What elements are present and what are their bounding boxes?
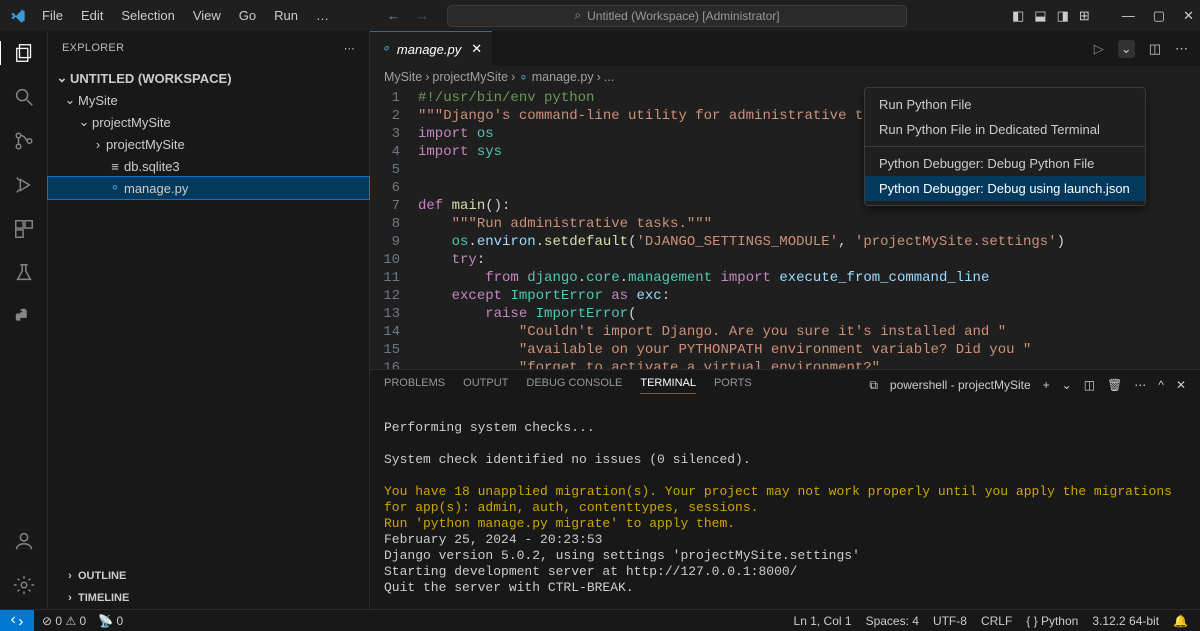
- panel-tab-problems[interactable]: PROBLEMS: [384, 377, 445, 393]
- panel-tabs: PROBLEMS OUTPUT DEBUG CONSOLE TERMINAL PORTS…: [370, 370, 1200, 400]
- run-play-icon[interactable]: ▷: [1094, 41, 1104, 57]
- explorer-more-icon[interactable]: ⋯: [344, 42, 355, 55]
- breadcrumb-item[interactable]: MySite: [384, 70, 422, 84]
- panel-more-icon[interactable]: ⋯: [1134, 378, 1146, 392]
- breadcrumb-item[interactable]: manage.py: [532, 70, 594, 84]
- status-interpreter[interactable]: 3.12.2 64-bit: [1092, 614, 1159, 628]
- menu-…[interactable]: …: [308, 4, 337, 27]
- run-option[interactable]: Run Python File: [865, 92, 1145, 117]
- folder-projectmysite-outer[interactable]: ⌄projectMySite: [48, 111, 369, 133]
- breadcrumb-item[interactable]: ...: [604, 70, 614, 84]
- menu-file[interactable]: File: [34, 4, 71, 27]
- titlebar: FileEditSelectionViewGoRun… ← → ⌕ Untitl…: [0, 0, 1200, 31]
- line-gutter: 12345678910111213141516: [370, 88, 418, 369]
- nav-arrows: ← →: [387, 8, 429, 23]
- run-option[interactable]: Python Debugger: Debug using launch.json: [865, 176, 1145, 201]
- folder-mysite[interactable]: ⌄MySite: [48, 89, 369, 111]
- terminal-chevron-icon[interactable]: ⌄: [1062, 378, 1072, 392]
- status-language[interactable]: { } Python: [1026, 614, 1078, 628]
- timeline-section[interactable]: ›TIMELINE: [48, 587, 369, 609]
- new-terminal-icon[interactable]: +: [1043, 378, 1050, 392]
- status-encoding[interactable]: UTF-8: [933, 614, 967, 628]
- panel-tab-output[interactable]: OUTPUT: [463, 377, 508, 393]
- file-tree: ⌄UNTITLED (WORKSPACE) ⌄MySite ⌄projectMy…: [48, 65, 369, 565]
- editor-more-icon[interactable]: ⋯: [1175, 41, 1188, 57]
- outline-section[interactable]: ›OUTLINE: [48, 565, 369, 587]
- panel-close-icon[interactable]: ✕: [1176, 378, 1186, 392]
- layout-controls: ◧ ⬓ ◨ ⊞: [1012, 8, 1090, 24]
- run-chevron-icon[interactable]: ⌄: [1118, 40, 1135, 58]
- folder-projectmysite-inner[interactable]: ›projectMySite: [48, 133, 369, 155]
- layout-left-icon[interactable]: ◧: [1012, 8, 1024, 24]
- file-manage-py[interactable]: ⚬manage.py: [48, 177, 369, 199]
- menu-view[interactable]: View: [185, 4, 229, 27]
- back-icon[interactable]: ←: [387, 8, 400, 23]
- minimap[interactable]: [1140, 88, 1200, 369]
- run-option[interactable]: Python Debugger: Debug Python File: [865, 151, 1145, 176]
- scm-view-icon[interactable]: [12, 129, 36, 153]
- terminal-output[interactable]: Performing system checks... System check…: [370, 400, 1200, 609]
- settings-gear-icon[interactable]: [12, 573, 36, 597]
- minimize-icon[interactable]: —: [1122, 8, 1135, 23]
- close-window-icon[interactable]: ✕: [1183, 8, 1194, 24]
- menu-selection[interactable]: Selection: [113, 4, 182, 27]
- extensions-view-icon[interactable]: [12, 217, 36, 241]
- panel-tab-ports[interactable]: PORTS: [714, 377, 752, 393]
- forward-icon[interactable]: →: [416, 8, 429, 23]
- menu-edit[interactable]: Edit: [73, 4, 111, 27]
- layout-bottom-icon[interactable]: ⬓: [1034, 8, 1046, 24]
- testing-view-icon[interactable]: [12, 261, 36, 285]
- status-eol[interactable]: CRLF: [981, 614, 1012, 628]
- split-terminal-icon[interactable]: ◫: [1084, 378, 1095, 392]
- python-env-icon[interactable]: [12, 305, 36, 329]
- layout-custom-icon[interactable]: ⊞: [1079, 8, 1090, 24]
- tab-bar: ⚬ manage.py ✕ ▷ ⌄ ◫ ⋯: [370, 31, 1200, 66]
- python-file-icon: ⚬: [380, 41, 391, 57]
- breadcrumb-item[interactable]: projectMySite: [432, 70, 508, 84]
- activity-bar: [0, 31, 48, 609]
- vscode-logo: [10, 8, 26, 24]
- editor-group: ⚬ manage.py ✕ ▷ ⌄ ◫ ⋯ MySite›projectMySi…: [370, 31, 1200, 609]
- layout-right-icon[interactable]: ◨: [1057, 8, 1069, 24]
- tab-manage-py[interactable]: ⚬ manage.py ✕: [370, 31, 492, 66]
- panel-tab-debug-console[interactable]: DEBUG CONSOLE: [526, 377, 622, 393]
- debug-view-icon[interactable]: [12, 173, 36, 197]
- file-db-sqlite3[interactable]: ≡db.sqlite3: [48, 155, 369, 177]
- command-center[interactable]: ⌕ Untitled (Workspace) [Administrator]: [447, 5, 907, 27]
- menubar: FileEditSelectionViewGoRun…: [34, 4, 337, 27]
- terminal-shell-label[interactable]: powershell - projectMySite: [890, 378, 1031, 392]
- search-icon: ⌕: [574, 8, 581, 23]
- database-icon: ≡: [106, 159, 124, 174]
- panel-tab-terminal[interactable]: TERMINAL: [640, 377, 696, 394]
- panel-maximize-icon[interactable]: ^: [1158, 378, 1164, 392]
- kill-terminal-icon[interactable]: 🗑: [1107, 378, 1122, 392]
- split-editor-icon[interactable]: ◫: [1149, 41, 1161, 57]
- breadcrumb[interactable]: MySite›projectMySite›⚬ manage.py›...: [370, 66, 1200, 88]
- status-cursor[interactable]: Ln 1, Col 1: [794, 614, 852, 628]
- explorer-title: EXPLORER: [62, 42, 124, 54]
- menu-go[interactable]: Go: [231, 4, 264, 27]
- terminal-icon: ⧉: [869, 378, 878, 393]
- python-file-icon: ⚬: [518, 70, 528, 85]
- run-option[interactable]: Run Python File in Dedicated Terminal: [865, 117, 1145, 142]
- maximize-icon[interactable]: ▢: [1153, 8, 1165, 24]
- status-ports[interactable]: 📡 0: [98, 614, 123, 628]
- command-center-text: Untitled (Workspace) [Administrator]: [587, 9, 780, 23]
- status-spaces[interactable]: Spaces: 4: [866, 614, 919, 628]
- search-view-icon[interactable]: [12, 85, 36, 109]
- explorer-view-icon[interactable]: [0, 41, 47, 65]
- status-bell-icon[interactable]: 🔔: [1173, 614, 1188, 628]
- menu-run[interactable]: Run: [266, 4, 306, 27]
- sidebar: EXPLORER ⋯ ⌄UNTITLED (WORKSPACE) ⌄MySite…: [48, 31, 370, 609]
- close-tab-icon[interactable]: ✕: [471, 41, 482, 57]
- status-errors[interactable]: ⊘ 0 ⚠ 0: [42, 614, 86, 628]
- workspace-root[interactable]: ⌄UNTITLED (WORKSPACE): [48, 67, 369, 89]
- bottom-panel: PROBLEMS OUTPUT DEBUG CONSOLE TERMINAL PORTS…: [370, 369, 1200, 609]
- accounts-icon[interactable]: [12, 529, 36, 553]
- python-file-icon: ⚬: [106, 180, 124, 196]
- run-dropdown: Run Python FileRun Python File in Dedica…: [864, 87, 1146, 206]
